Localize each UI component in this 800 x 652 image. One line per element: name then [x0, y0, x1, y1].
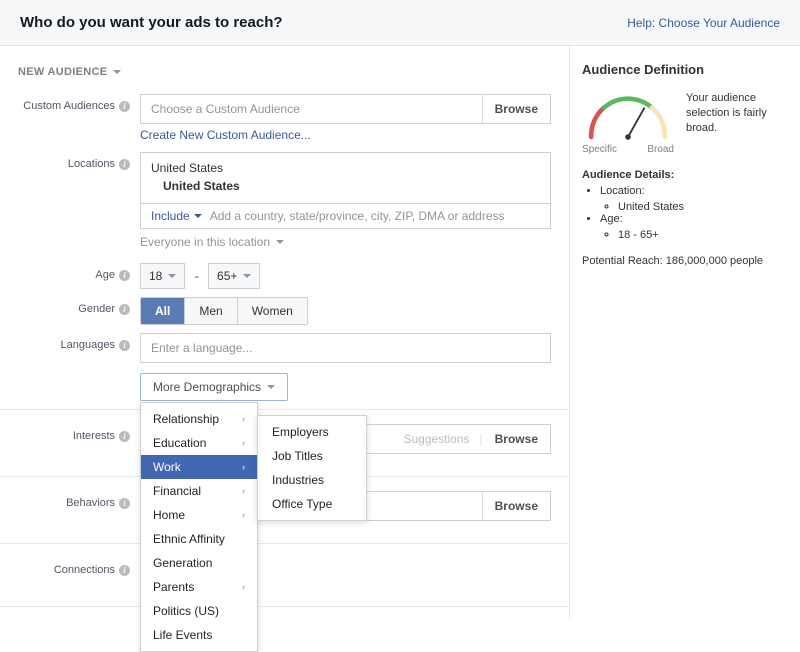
- page-header: Who do you want your ads to reach? Help:…: [0, 0, 800, 46]
- detail-location-label: Location:: [600, 185, 645, 197]
- caret-down-icon: [243, 274, 251, 278]
- left-panel: NEW AUDIENCE Custom Audiences i Browse C…: [0, 46, 570, 619]
- caret-down-icon: [168, 274, 176, 278]
- browse-button[interactable]: Browse: [482, 492, 550, 520]
- chevron-right-icon: ›: [242, 414, 245, 424]
- detail-location-value: United States: [618, 201, 788, 213]
- label-age: Age i: [0, 263, 140, 281]
- chevron-right-icon: ›: [242, 486, 245, 496]
- gender-women-button[interactable]: Women: [238, 298, 307, 324]
- info-icon[interactable]: i: [119, 101, 130, 112]
- label-languages: Languages i: [0, 333, 140, 351]
- browse-button[interactable]: Browse: [483, 425, 550, 453]
- caret-down-icon: [276, 240, 284, 244]
- demographics-item-parents[interactable]: Parents›: [141, 575, 257, 599]
- demographics-item-home[interactable]: Home›: [141, 503, 257, 527]
- help-link[interactable]: Help: Choose Your Audience: [627, 16, 780, 30]
- demographics-item-life-events[interactable]: Life Events: [141, 623, 257, 647]
- info-icon[interactable]: i: [119, 270, 130, 281]
- custom-audience-input-group: Browse: [140, 94, 551, 124]
- row-languages: Languages i More Demographics Relationsh…: [0, 333, 569, 401]
- languages-input[interactable]: [141, 334, 550, 362]
- age-to-select[interactable]: 65+: [208, 263, 260, 289]
- chevron-right-icon: ›: [242, 582, 245, 592]
- info-icon[interactable]: i: [119, 431, 130, 442]
- audience-details-heading: Audience Details:: [582, 169, 674, 181]
- label-gender: Gender i: [0, 297, 140, 315]
- work-submenu-office-type[interactable]: Office Type: [258, 492, 366, 516]
- chevron-right-icon: ›: [242, 438, 245, 448]
- location-selected: United States: [163, 179, 540, 193]
- demographics-item-education[interactable]: Education›: [141, 431, 257, 455]
- work-submenu-job-titles[interactable]: Job Titles: [258, 444, 366, 468]
- label-interests: Interests i: [0, 424, 140, 442]
- location-country: United States: [151, 161, 540, 175]
- gender-group: All Men Women: [140, 297, 308, 325]
- detail-age-label: Age:: [600, 213, 623, 225]
- work-submenu-employers[interactable]: Employers: [258, 420, 366, 444]
- work-submenu: EmployersJob TitlesIndustriesOffice Type: [257, 415, 367, 521]
- more-demographics-dropdown: Relationship›Education›Work›Financial›Ho…: [140, 402, 258, 652]
- demographics-item-politics-us-[interactable]: Politics (US): [141, 599, 257, 623]
- create-custom-audience-link[interactable]: Create New Custom Audience...: [140, 124, 311, 144]
- label-behaviors: Behaviors i: [0, 491, 140, 509]
- row-gender: Gender i All Men Women: [0, 297, 569, 325]
- potential-reach: Potential Reach: 186,000,000 people: [582, 255, 788, 267]
- gauge-description: Your audience selection is fairly broad.: [686, 91, 788, 155]
- suggestions-label: Suggestions: [403, 432, 479, 446]
- audience-details: Audience Details: Location: United State…: [582, 169, 788, 241]
- caret-down-icon: [113, 70, 121, 74]
- info-icon[interactable]: i: [119, 498, 130, 509]
- audience-gauge: Specific Broad: [582, 91, 674, 155]
- label-connections: Connections i: [0, 558, 140, 576]
- label-custom-audiences: Custom Audiences i: [0, 94, 140, 112]
- gauge-broad-label: Broad: [647, 144, 674, 155]
- new-audience-dropdown[interactable]: NEW AUDIENCE: [0, 56, 569, 94]
- include-dropdown[interactable]: Include: [151, 209, 202, 223]
- row-custom-audiences: Custom Audiences i Browse Create New Cus…: [0, 94, 569, 144]
- location-box: United States United States: [140, 152, 551, 204]
- new-audience-label: NEW AUDIENCE: [18, 66, 107, 78]
- gauge-specific-label: Specific: [582, 144, 617, 155]
- label-locations: Locations i: [0, 152, 140, 170]
- browse-button[interactable]: Browse: [482, 95, 550, 123]
- gauge-icon: [582, 91, 674, 142]
- demographics-item-relationship[interactable]: Relationship›: [141, 407, 257, 431]
- gauge-row: Specific Broad Your audience selection i…: [582, 91, 788, 155]
- main-container: NEW AUDIENCE Custom Audiences i Browse C…: [0, 46, 800, 619]
- chevron-right-icon: ›: [242, 510, 245, 520]
- detail-age-value: 18 - 65+: [618, 229, 788, 241]
- row-locations: Locations i United States United States …: [0, 152, 569, 255]
- more-demographics-wrap: More Demographics Relationship›Education…: [140, 373, 551, 401]
- demographics-item-generation[interactable]: Generation: [141, 551, 257, 575]
- demographics-item-financial[interactable]: Financial›: [141, 479, 257, 503]
- caret-down-icon: [194, 214, 202, 218]
- caret-down-icon: [267, 385, 275, 389]
- demographics-item-ethnic-affinity[interactable]: Ethnic Affinity: [141, 527, 257, 551]
- age-separator: -: [189, 269, 205, 283]
- info-icon[interactable]: i: [119, 565, 130, 576]
- info-icon[interactable]: i: [119, 304, 130, 315]
- audience-definition-heading: Audience Definition: [582, 62, 788, 77]
- languages-input-group: [140, 333, 551, 363]
- include-row: Include: [140, 204, 551, 229]
- location-input[interactable]: [210, 209, 540, 223]
- page-title: Who do you want your ads to reach?: [20, 14, 283, 31]
- more-demographics-button[interactable]: More Demographics: [140, 373, 288, 401]
- gender-men-button[interactable]: Men: [185, 298, 237, 324]
- right-panel: Audience Definition Specific Broad Your …: [570, 46, 800, 619]
- custom-audience-input[interactable]: [141, 95, 482, 123]
- work-submenu-industries[interactable]: Industries: [258, 468, 366, 492]
- row-connections: Connections i ype: [0, 543, 569, 598]
- everyone-dropdown[interactable]: Everyone in this location: [140, 229, 551, 255]
- age-from-select[interactable]: 18: [140, 263, 185, 289]
- gender-all-button[interactable]: All: [141, 298, 185, 324]
- info-icon[interactable]: i: [119, 159, 130, 170]
- chevron-right-icon: ›: [242, 462, 245, 472]
- demographics-item-work[interactable]: Work›: [141, 455, 257, 479]
- info-icon[interactable]: i: [119, 340, 130, 351]
- row-age: Age i 18 - 65+: [0, 263, 569, 289]
